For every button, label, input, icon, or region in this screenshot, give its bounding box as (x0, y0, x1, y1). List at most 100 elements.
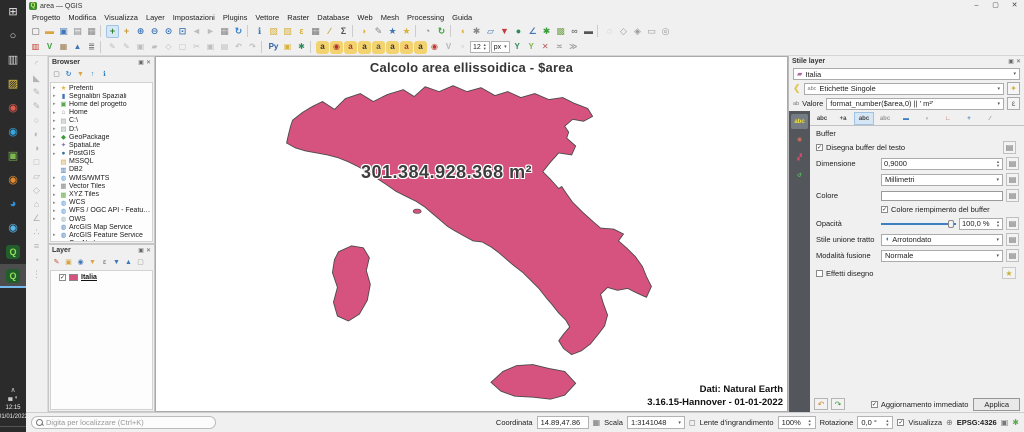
menu-item[interactable]: Visualizza (100, 13, 142, 22)
draw-buffer-checkbox[interactable] (816, 144, 823, 151)
style-undock-icon[interactable]: ▣ (1008, 58, 1014, 65)
browser-tree-item[interactable]: ▸ ● PostGIS (51, 150, 152, 158)
link-icon[interactable]: ∞ (568, 25, 581, 38)
highlight-pinned-labels-icon[interactable]: a (344, 41, 357, 54)
task-view-icon[interactable]: ▥ (0, 48, 26, 72)
zoom-out-icon[interactable]: ⊖ (148, 25, 161, 38)
tray-expand-icon[interactable]: ∧ (10, 386, 15, 395)
pan-to-selection-icon[interactable]: + (120, 25, 133, 38)
change-label-icon[interactable]: a (414, 41, 427, 54)
callout-tool-icon[interactable]: Y (525, 41, 538, 54)
add-delimited-text-icon[interactable]: ≣ (85, 41, 98, 54)
selection-dropdown-icon[interactable]: ◌ (603, 25, 616, 38)
vertex-dropdown-icon[interactable]: ◇ (617, 25, 630, 38)
digitize-diamond-icon[interactable]: ◇ (30, 184, 43, 197)
menu-item[interactable]: Progetto (28, 13, 64, 22)
redo-icon[interactable]: ↷ (246, 41, 259, 54)
label-select-icon[interactable]: V (442, 41, 455, 54)
georeferencer-icon[interactable]: ▩ (554, 25, 567, 38)
cut-features-icon[interactable]: ✂ (190, 41, 203, 54)
browser-tree-item[interactable]: ▸ ▤ D:\ (51, 125, 152, 133)
browser-tree-item[interactable]: ▸ ◍ WFS / OGC API - Features (51, 207, 152, 215)
skype-icon[interactable]: ◉ (0, 216, 26, 240)
file-explorer-icon[interactable]: ▨ (0, 72, 26, 96)
qgis-taskbar-icon-active[interactable]: Q (0, 264, 26, 288)
browser-tree-item[interactable]: ▸ ◍ WMS/WMTS (51, 174, 152, 182)
add-feature-icon[interactable]: ▰ (148, 41, 161, 54)
search-app-icon[interactable]: ◉ (0, 168, 26, 192)
live-update-checkbox[interactable] (871, 401, 878, 408)
add-vector-layer-icon[interactable]: V (43, 41, 56, 54)
digitize-angle-icon[interactable]: ∠ (30, 212, 43, 225)
size-override-icon[interactable]: ▤ (1006, 157, 1019, 170)
edge-icon[interactable]: ◕ (0, 192, 26, 216)
select-rectangle-icon[interactable]: ▧ (267, 25, 280, 38)
browser-tree-item[interactable]: ▸ ▥ DB2 (51, 166, 152, 174)
labels-tab[interactable]: abc (791, 114, 808, 129)
tab-background[interactable]: ▬ (896, 112, 916, 125)
menu-item[interactable]: Impostazioni (169, 13, 219, 22)
bookmark-add-icon[interactable]: ★ (400, 25, 413, 38)
remove-layer-icon[interactable]: ▢ (135, 257, 146, 268)
menu-item[interactable]: Mesh (377, 13, 403, 22)
label-font-size-spinner[interactable]: 12▲▼ (470, 41, 490, 53)
taskbar-clock[interactable]: 12:1501/01/2022 (0, 404, 28, 421)
tab-shadow[interactable]: ◗ (917, 112, 937, 125)
join-override-icon[interactable]: ▤ (1006, 233, 1019, 246)
map-tips-icon[interactable]: ◗ (358, 25, 371, 38)
browser-collapse-icon[interactable]: ↑ (87, 69, 98, 80)
menu-item[interactable]: Database (313, 13, 353, 22)
zoom-next-icon[interactable]: ► (204, 25, 217, 38)
buffer-size-spinner[interactable]: 0,9000 ▲▼ (881, 158, 1003, 170)
extent-icon[interactable]: ▦ (593, 418, 601, 427)
bookmark-icon[interactable]: ★ (386, 25, 399, 38)
statistics-icon[interactable]: Σ (337, 25, 350, 38)
save-edits-icon[interactable]: ▣ (134, 41, 147, 54)
join-style-combo[interactable]: ◖ Arrotondato▾ (881, 234, 1003, 246)
measure-icon[interactable]: ∕ (323, 25, 336, 38)
tab-mask[interactable]: abc (875, 112, 895, 125)
project-open-icon[interactable]: ▬ (43, 25, 56, 38)
label-font-unit-combo[interactable]: px▾ (491, 41, 510, 53)
menu-item[interactable]: Vettore (251, 13, 283, 22)
zoom-full-icon[interactable]: ⊡ (176, 25, 189, 38)
digitize-dots-icon[interactable]: ∴ (30, 226, 43, 239)
select-expression-icon[interactable]: ε (295, 25, 308, 38)
scale-combo[interactable]: 1:3141048▾ (627, 416, 685, 429)
message-balloon-icon[interactable]: ◖ (456, 25, 469, 38)
annotation-icon[interactable]: ✎ (372, 25, 385, 38)
plugin-save-icon[interactable]: ▣ (281, 41, 294, 54)
opacity-slider[interactable] (881, 219, 956, 229)
crs-globe-icon[interactable]: ⊕ (946, 418, 953, 427)
processing-toolbox-icon[interactable]: ✱ (540, 25, 553, 38)
opacity-spinner[interactable]: 100,0 % ▲▼ (959, 218, 1003, 230)
buffer-unit-combo[interactable]: Millimetri▾ (881, 174, 1003, 186)
tab-text[interactable]: abc (812, 112, 832, 125)
project-save-icon[interactable]: ▣ (57, 25, 70, 38)
browser-tree-item[interactable]: ▸ ▤ MSSQL (51, 158, 152, 166)
tab-placement[interactable]: + (959, 112, 979, 125)
color-override-icon[interactable]: ▤ (1006, 189, 1019, 202)
blend-override-icon[interactable]: ▤ (1006, 249, 1019, 262)
menu-item[interactable]: Web (353, 13, 376, 22)
python-console-icon[interactable]: Py (267, 41, 280, 54)
browser-tree-item[interactable]: ▸ ◍ WCS (51, 199, 152, 207)
coordinate-field[interactable]: 14.89,47.86 (537, 416, 589, 429)
map-canvas[interactable]: Calcolo area ellissoidica - $area 301.38… (155, 56, 788, 412)
diagram-callout-icon[interactable]: Y (511, 41, 524, 54)
layer-undock-icon[interactable]: ▣ (138, 247, 144, 254)
draw-buffer-override-icon[interactable]: ▤ (1003, 141, 1016, 154)
network-volume-icons[interactable]: ▄ ◖ (8, 395, 18, 401)
filter-expression-icon[interactable]: ε (99, 257, 110, 268)
blend-mode-combo[interactable]: Normale▾ (881, 250, 1003, 262)
label-type-combo[interactable]: abc Etichette Singole▾ (804, 83, 1004, 95)
digitize-dashed-icon[interactable]: ◜ (30, 58, 43, 71)
show-desktop-button[interactable] (0, 426, 26, 432)
menu-item[interactable]: Layer (142, 13, 169, 22)
buffer-color-swatch[interactable] (881, 191, 1003, 201)
current-edits-icon[interactable]: ✎ (106, 41, 119, 54)
style-undo-button[interactable]: ↶ (814, 398, 828, 410)
digitize-pen1-icon[interactable]: ✎ (30, 86, 43, 99)
browser-tree-item[interactable]: ▸ ▣ Home del progetto (51, 100, 152, 108)
digitize-pen2-icon[interactable]: ✎ (30, 100, 43, 113)
